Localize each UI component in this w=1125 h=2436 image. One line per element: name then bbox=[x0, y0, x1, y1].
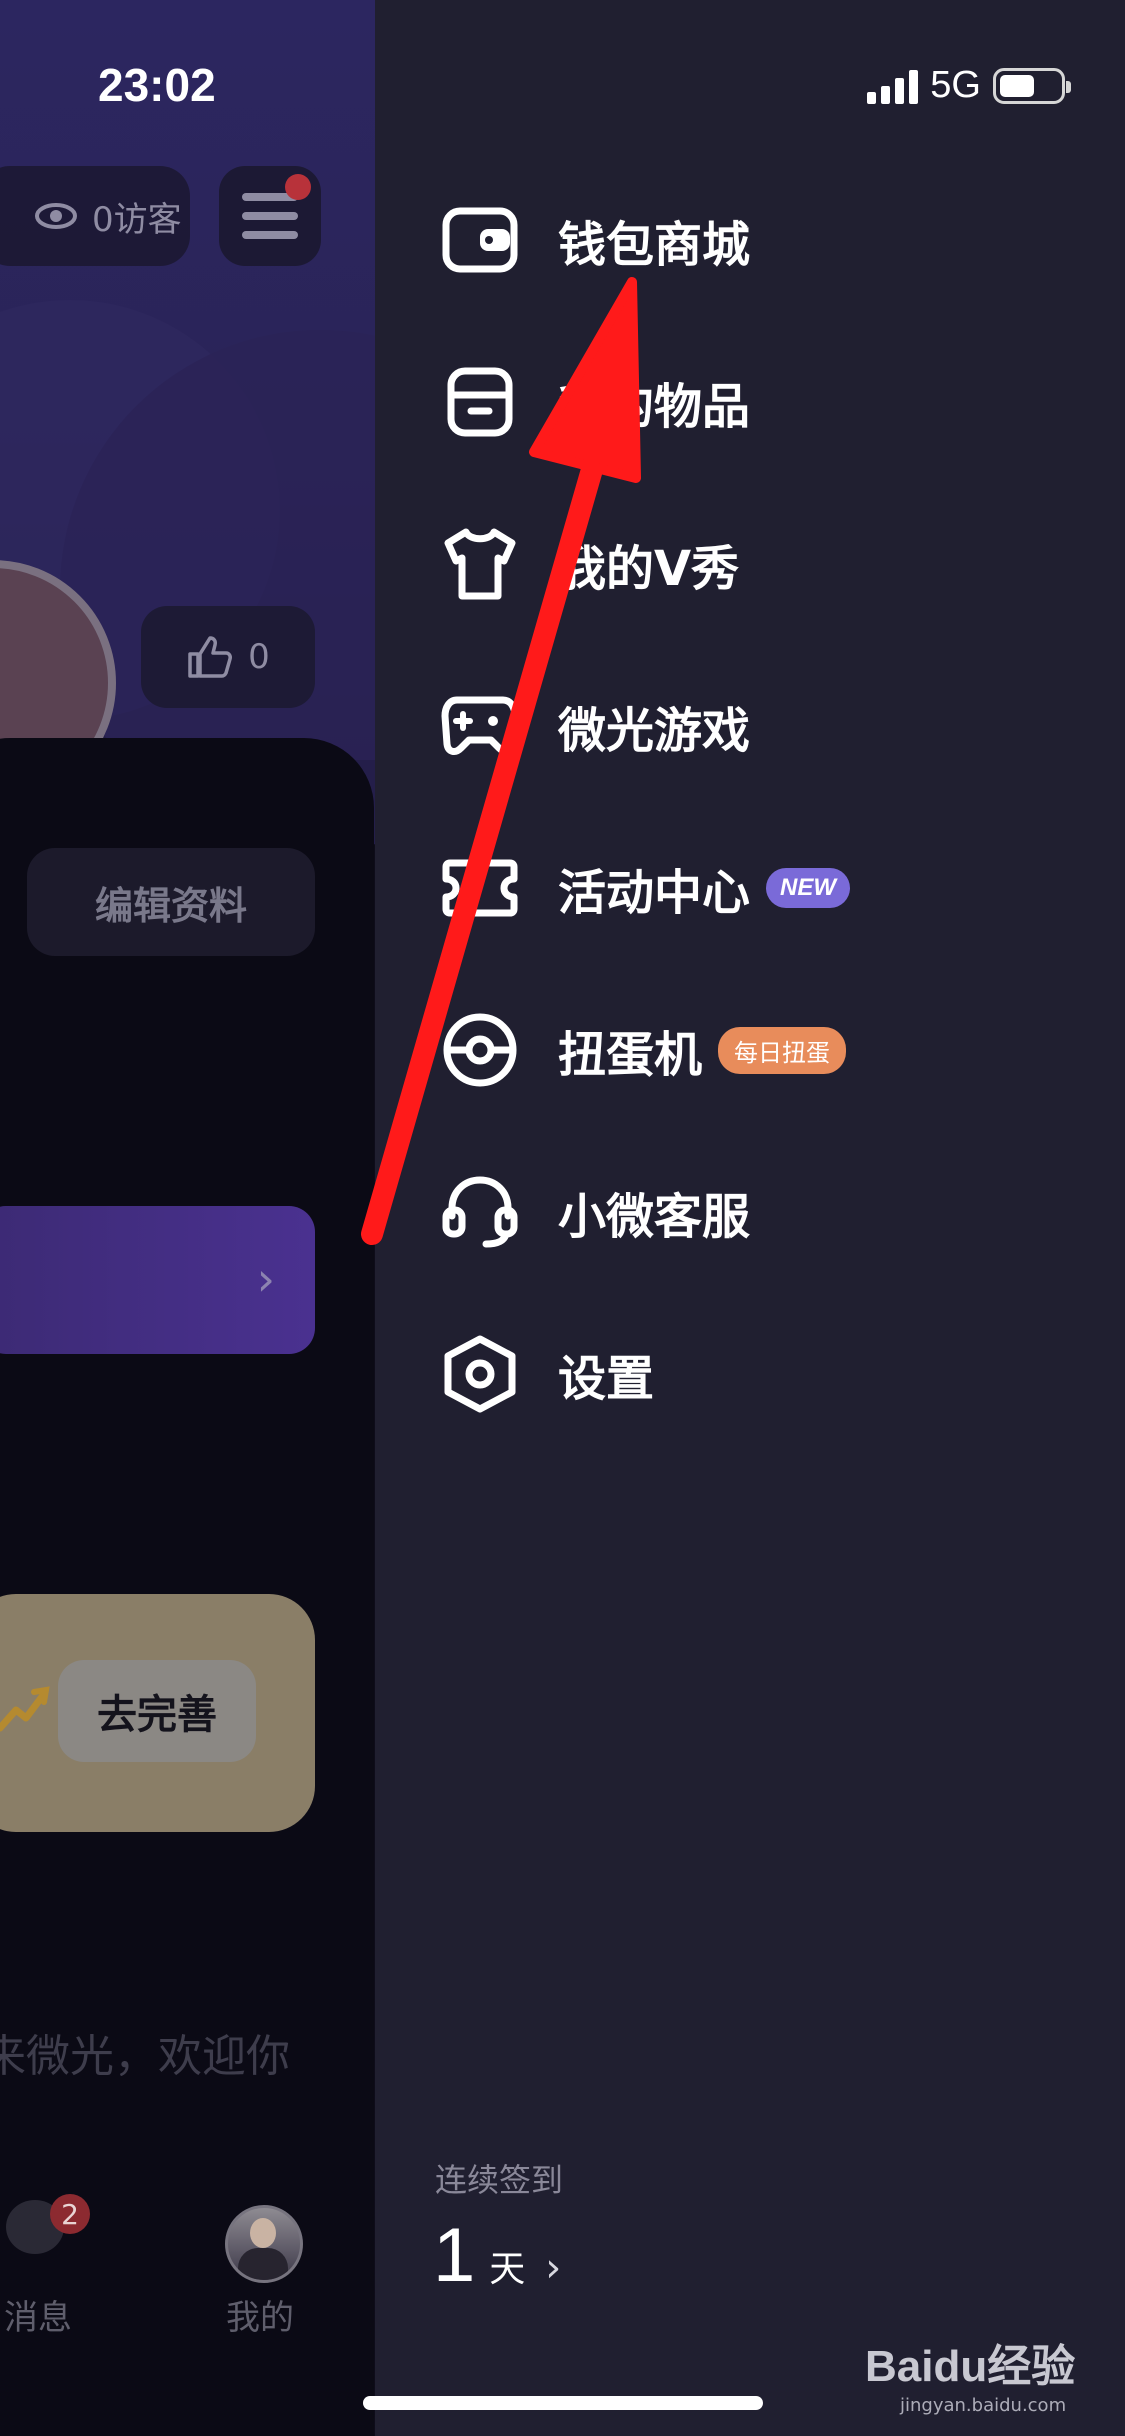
gamepad-icon bbox=[440, 686, 520, 766]
notification-dot bbox=[285, 174, 311, 200]
menu-item-my-v-show[interactable]: 我的V秀 bbox=[440, 514, 739, 614]
daily-gacha-tag: 每日扭蛋 bbox=[718, 1026, 847, 1074]
vip-banner[interactable]: › bbox=[0, 1206, 315, 1354]
signin-days-unit: 天 bbox=[489, 2249, 526, 2290]
hex-gear-icon bbox=[440, 1334, 520, 1414]
tab-messages-label[interactable]: 消息 bbox=[4, 2290, 72, 2339]
menu-item-wallet-store[interactable]: 钱包商城 bbox=[440, 190, 750, 290]
complete-profile-button[interactable]: 去完善 bbox=[58, 1660, 256, 1762]
menu-item-label: 我的物品 bbox=[558, 379, 751, 435]
eye-icon bbox=[35, 203, 77, 229]
battery-icon bbox=[993, 67, 1071, 104]
message-badge: 2 bbox=[50, 2194, 90, 2234]
archive-box-icon bbox=[440, 362, 520, 442]
tab-me-avatar[interactable] bbox=[225, 2205, 303, 2283]
status-indicators: 5G bbox=[867, 64, 1071, 107]
menu-item-settings[interactable]: 设置 bbox=[440, 1324, 654, 1424]
likes-count: 0 bbox=[248, 637, 270, 677]
network-type: 5G bbox=[930, 64, 981, 106]
menu-item-customer-service[interactable]: 小微客服 bbox=[440, 1162, 750, 1262]
menu-item-label: 钱包商城 bbox=[558, 217, 751, 273]
visitors-label: 0访客 bbox=[92, 199, 182, 240]
visitors-button[interactable]: 0访客 bbox=[0, 166, 190, 266]
tab-me-label[interactable]: 我的 bbox=[226, 2290, 294, 2339]
cellular-signal-icon bbox=[867, 68, 919, 104]
tshirt-icon bbox=[440, 524, 520, 604]
chevron-right-icon: › bbox=[256, 1252, 275, 1306]
welcome-text: 来微光，欢迎你 bbox=[0, 2031, 290, 2082]
chevron-right-icon: › bbox=[545, 2245, 562, 2291]
wallet-icon bbox=[440, 200, 520, 280]
side-drawer: 5G 钱包商城 我的物品 我的V秀 微光游戏 活动中心 NEW 扭蛋机 每日扭蛋… bbox=[375, 0, 1125, 2436]
menu-item-activity-center[interactable]: 活动中心 NEW bbox=[440, 838, 851, 938]
menu-item-label: 活动中心 bbox=[558, 865, 751, 921]
profile-page-backdrop[interactable]: 23:02 0访客 0 编辑资料 › 去完善 来微光，欢迎你 2 消息 我的 bbox=[0, 0, 375, 2436]
baidu-watermark: Baidu经验 bbox=[865, 2342, 1076, 2391]
baidu-watermark-url: jingyan.baidu.com bbox=[900, 2395, 1067, 2416]
drawer-menu-button[interactable] bbox=[219, 166, 321, 266]
profile-content-card bbox=[0, 738, 374, 2436]
hamburger-icon bbox=[242, 193, 298, 239]
menu-item-games[interactable]: 微光游戏 bbox=[440, 676, 750, 776]
capsule-ball-icon bbox=[440, 1010, 520, 1090]
menu-item-label: 扭蛋机 bbox=[558, 1027, 703, 1083]
menu-item-gacha-machine[interactable]: 扭蛋机 每日扭蛋 bbox=[440, 1000, 847, 1100]
new-tag: NEW bbox=[766, 868, 851, 908]
status-time: 23:02 bbox=[98, 59, 216, 111]
menu-item-label: 小微客服 bbox=[558, 1189, 751, 1245]
trend-up-icon bbox=[0, 1686, 50, 1732]
menu-item-label: 设置 bbox=[558, 1351, 655, 1407]
edit-profile-button[interactable]: 编辑资料 bbox=[27, 848, 315, 956]
menu-item-my-items[interactable]: 我的物品 bbox=[440, 352, 750, 452]
ticket-icon bbox=[440, 848, 520, 928]
signin-streak-label: 连续签到 bbox=[435, 2161, 564, 2199]
signin-streak-button[interactable]: 1 天 › bbox=[433, 2212, 561, 2299]
signin-days-count: 1 bbox=[433, 2213, 476, 2298]
thumbs-up-icon bbox=[188, 636, 233, 678]
home-indicator[interactable] bbox=[363, 2396, 763, 2410]
menu-item-label: 我的V秀 bbox=[558, 541, 740, 597]
menu-item-label: 微光游戏 bbox=[558, 703, 751, 759]
headset-icon bbox=[440, 1172, 520, 1252]
likes-button[interactable]: 0 bbox=[141, 606, 315, 708]
